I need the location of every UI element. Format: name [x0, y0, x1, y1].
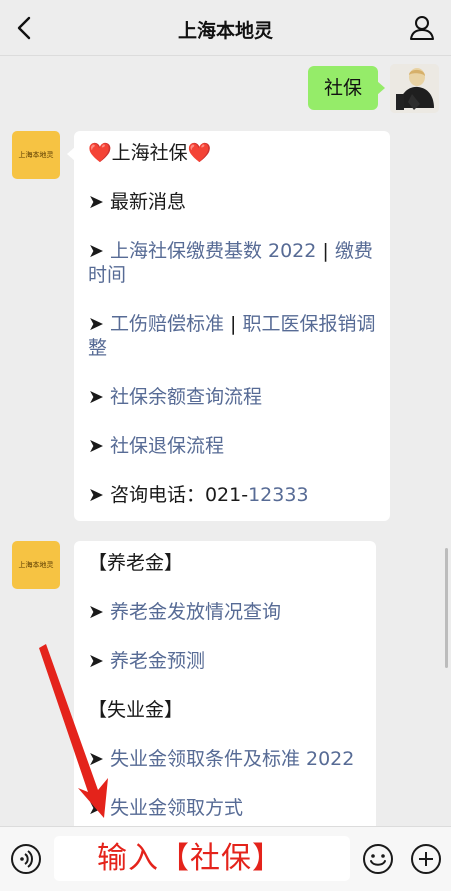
scrollbar[interactable]	[445, 548, 448, 668]
list-item: ➤ 失业金领取条件及标准 2022	[88, 748, 355, 770]
bot-avatar[interactable]: 上海本地灵	[12, 131, 60, 179]
link-withdrawal-process[interactable]: 社保退保流程	[110, 435, 224, 457]
list-item: ➤ 失业金领取方式	[88, 797, 243, 819]
link-pension-query[interactable]: 养老金发放情况查询	[110, 601, 281, 623]
voice-icon	[11, 844, 41, 874]
message-title: ❤️上海社保❤️	[88, 142, 212, 164]
input-bar: 输入【社保】	[0, 826, 451, 891]
user-message-bubble: 社保	[308, 66, 385, 110]
voice-button[interactable]	[10, 843, 42, 875]
bot-avatar-label: 上海本地灵	[18, 151, 54, 159]
emoji-button[interactable]	[362, 843, 394, 875]
list-item: ➤ 养老金预测	[88, 650, 205, 672]
list-item: ➤ 咨询电话：021-12333	[88, 484, 309, 506]
top-bar: 上海本地灵	[0, 0, 451, 56]
bot-avatar-label: 上海本地灵	[18, 561, 54, 569]
user-message-text: 社保	[323, 77, 362, 99]
latest-news-text: 最新消息	[109, 191, 186, 213]
link-contribution-base[interactable]: 上海社保缴费基数 2022	[110, 240, 316, 262]
plus-icon	[411, 844, 441, 874]
list-item: ➤ 上海社保缴费基数 2022 | 缴费时间	[88, 240, 373, 286]
link-unemployment-conditions[interactable]: 失业金领取条件及标准 2022	[110, 748, 354, 770]
message-input-value: 输入【社保】	[97, 841, 283, 876]
hotline-number[interactable]: 12333	[248, 484, 308, 506]
user-avatar[interactable]	[390, 64, 439, 113]
link-balance-query[interactable]: 社保余额查询流程	[110, 386, 262, 408]
bot-message-bubble: ❤️上海社保❤️ ➤ 最新消息 ➤ 上海社保缴费基数 2022 | 缴费时间 ➤…	[67, 131, 390, 521]
emoji-icon	[363, 844, 393, 874]
section-heading-pension: 【养老金】	[88, 552, 184, 574]
bot-avatar[interactable]: 上海本地灵	[12, 541, 60, 589]
message-input[interactable]: 输入【社保】	[54, 836, 350, 881]
more-button[interactable]	[410, 843, 442, 875]
list-item: ➤ 工伤赔偿标准 | 职工医保报销调整	[88, 313, 376, 359]
list-item: ➤ 养老金发放情况查询	[88, 601, 281, 623]
list-item: ➤ 社保退保流程	[88, 435, 224, 457]
hotline-label: 咨询电话：021-	[109, 484, 249, 506]
list-item: ➤ 社保余额查询流程	[88, 386, 262, 408]
user-avatar-image	[390, 64, 439, 113]
profile-button[interactable]	[407, 12, 437, 44]
chat-screen: 上海本地灵 社保 上海本地灵 ❤️上海社保❤️ ➤ 最新消息 ➤ 上海社保缴费基…	[0, 0, 451, 891]
person-icon	[410, 16, 434, 40]
page-title: 上海本地灵	[177, 20, 273, 42]
list-item: ➤ 最新消息	[88, 191, 186, 213]
link-unemployment-method[interactable]: 失业金领取方式	[110, 797, 243, 819]
link-pension-forecast[interactable]: 养老金预测	[110, 650, 205, 672]
section-heading-unemployment: 【失业金】	[88, 699, 184, 721]
link-injury-compensation[interactable]: 工伤赔偿标准	[110, 313, 224, 335]
bot-message-bubble: 【养老金】 ➤ 养老金发放情况查询 ➤ 养老金预测 【失业金】 ➤ 失业金领取条…	[74, 541, 376, 841]
